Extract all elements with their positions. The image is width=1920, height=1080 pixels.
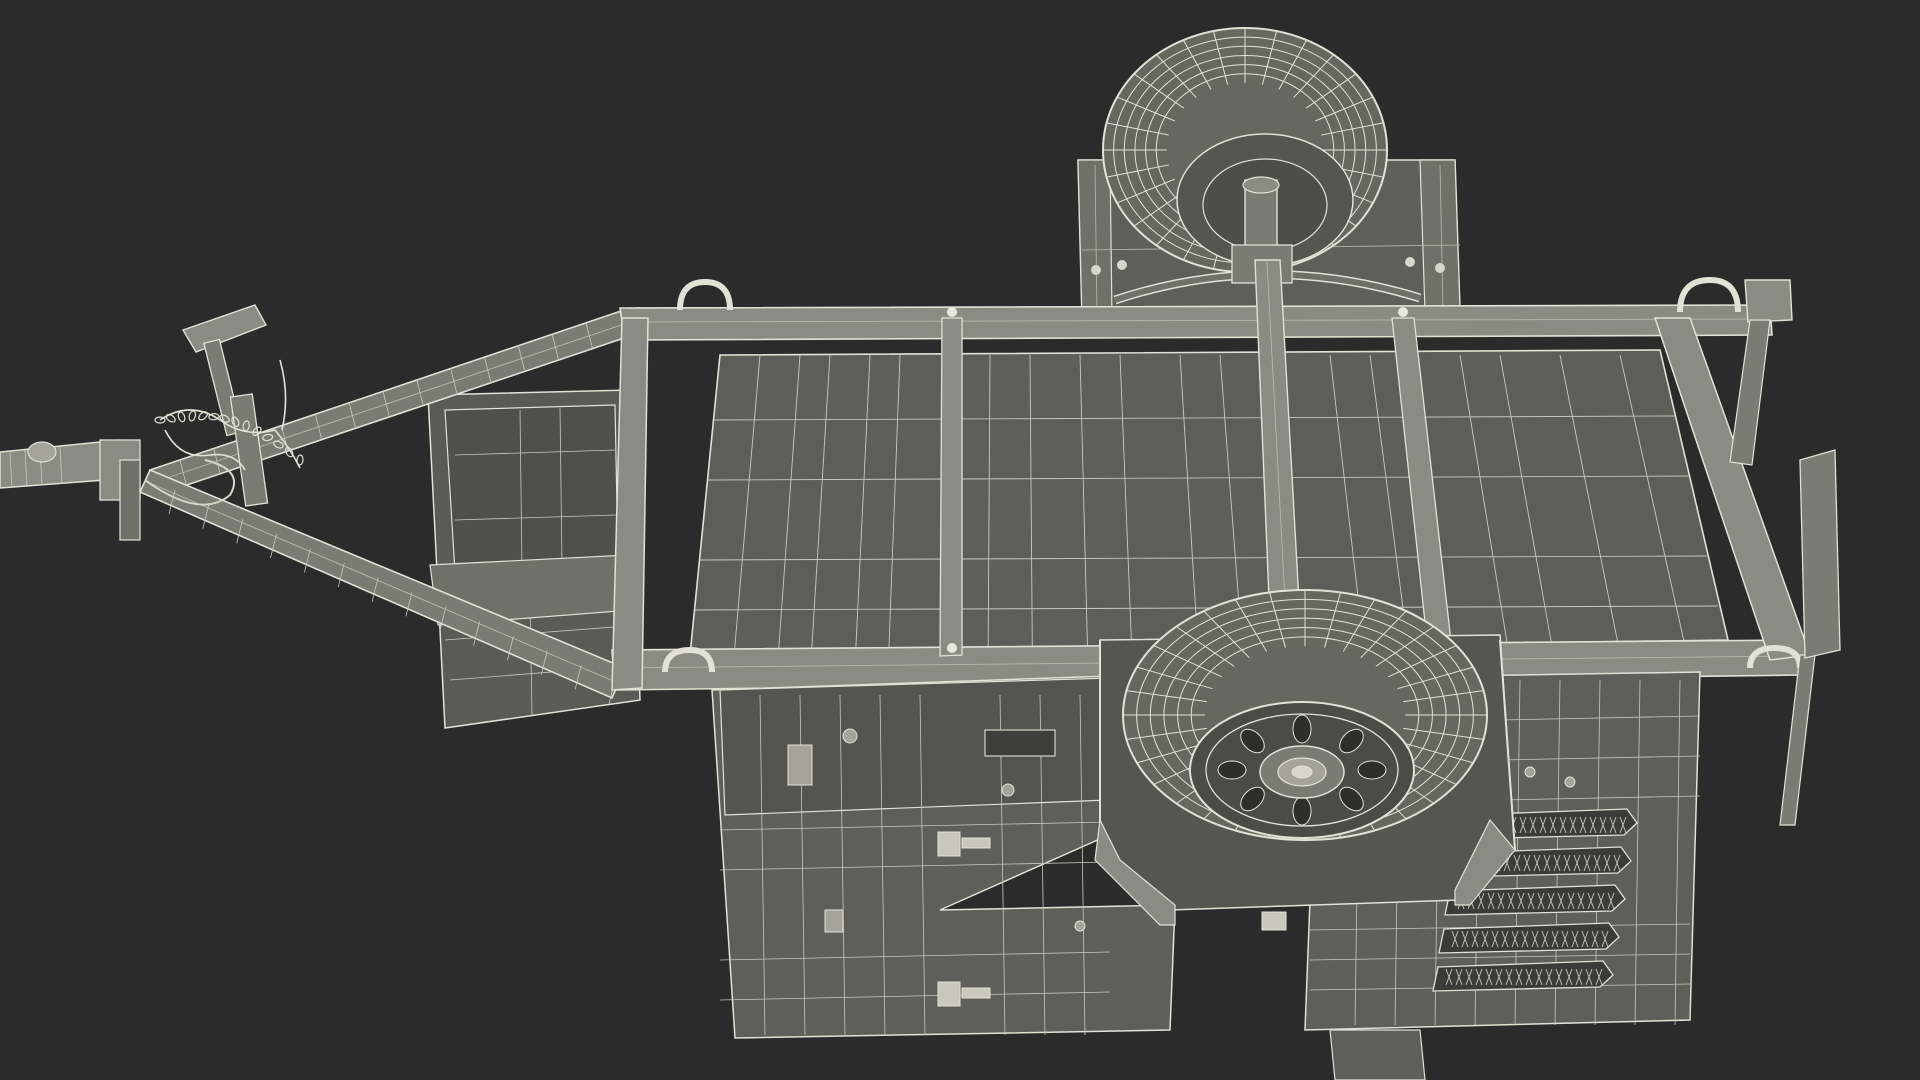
wireframe-trailer-render	[0, 0, 1920, 1080]
near-wheel-assembly	[1094, 589, 1516, 926]
wheel-rim	[1189, 701, 1415, 839]
render-viewport	[0, 0, 1920, 1080]
